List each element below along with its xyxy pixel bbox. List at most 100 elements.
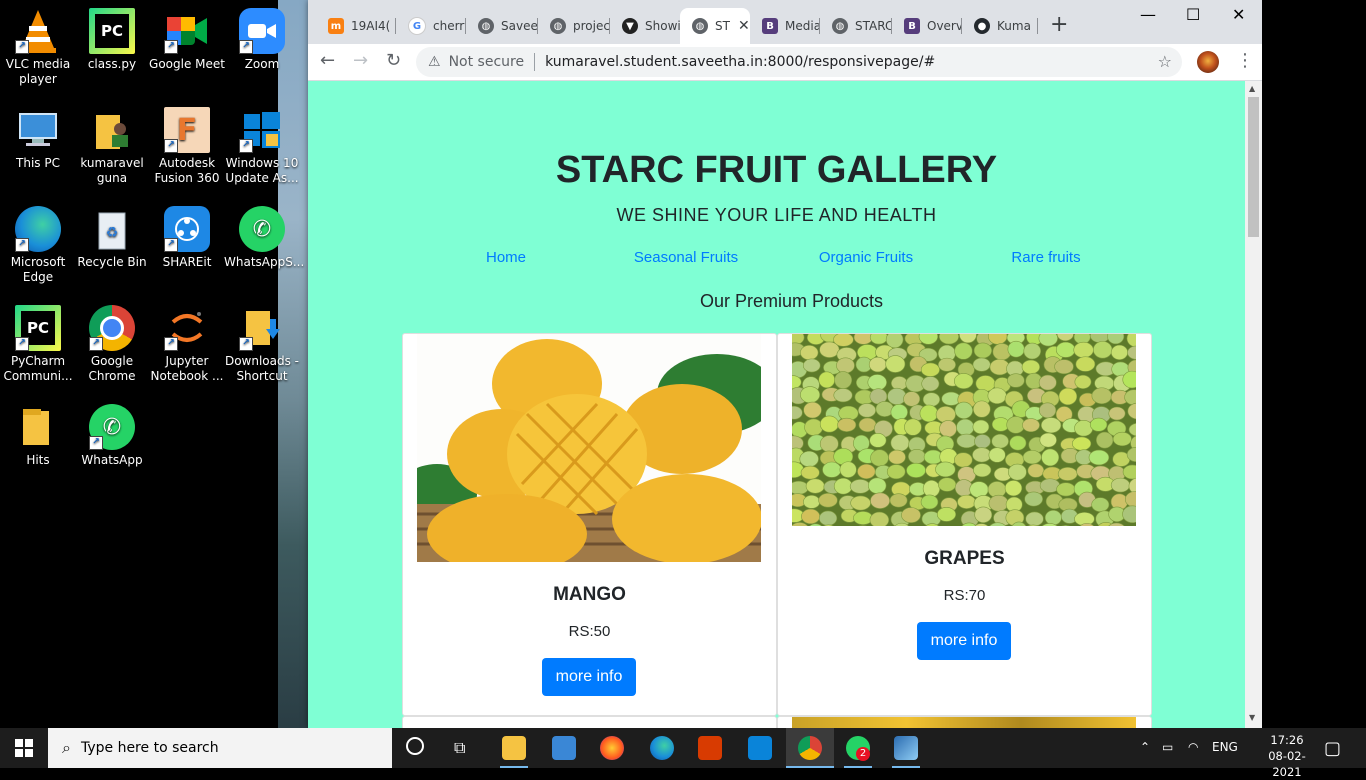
language-indicator[interactable]: ENG: [1212, 740, 1238, 754]
jupyter-icon: ↗: [164, 305, 210, 351]
nav-link-seasonal-fruits[interactable]: Seasonal Fruits: [596, 249, 776, 266]
google-icon: G: [408, 17, 426, 35]
tab-label: ST: [715, 19, 730, 33]
tab-starc[interactable]: ◍ STARC: [820, 8, 892, 44]
maximize-button[interactable]: ☐: [1186, 5, 1200, 25]
nav-link-organic-fruits[interactable]: Organic Fruits: [776, 249, 956, 266]
photos-icon[interactable]: [894, 736, 918, 760]
tab-overv[interactable]: B Overv: [892, 8, 962, 44]
address-bar[interactable]: ⚠ Not secure kumaravel.student.saveetha.…: [416, 47, 1182, 77]
back-arrow-icon[interactable]: ←: [320, 51, 335, 71]
tab-19ai4[interactable]: m 19AI4(: [316, 8, 396, 44]
desktop-icon-pycharm[interactable]: PC ↗ PyCharm Communi...: [0, 305, 76, 384]
bookmark-star-icon[interactable]: ☆: [1158, 52, 1172, 71]
tab-label: Kuma: [997, 19, 1031, 33]
desktop-icon-label: Microsoft Edge: [0, 255, 76, 285]
tab-projec[interactable]: ◍ projec: [538, 8, 610, 44]
tab-showi[interactable]: ▼ Showi: [610, 8, 680, 44]
whatsapp-icon: ✆ ↗: [89, 404, 135, 450]
desktop-icon-label: Hits: [0, 453, 76, 468]
desktop-icon-vlc[interactable]: ↗ VLC media player: [0, 8, 76, 87]
desktop-icon-hits[interactable]: Hits: [0, 404, 76, 468]
new-tab-button[interactable]: +: [1050, 12, 1068, 38]
minimize-button[interactable]: —: [1140, 5, 1156, 25]
grapes-image: [792, 334, 1136, 526]
desktop-icon-label: Jupyter Notebook ...: [149, 354, 225, 384]
mail-icon[interactable]: [748, 736, 772, 760]
tab-cherry[interactable]: G cherry: [396, 8, 466, 44]
product-card-next-right: [777, 716, 1152, 728]
taskbar-search-box[interactable]: ⌕ Type here to search: [48, 728, 392, 768]
nav-link-home[interactable]: Home: [416, 249, 596, 266]
desktop-icon-windows-update[interactable]: ↗ Windows 10 Update As...: [224, 107, 300, 186]
product-price: RS:70: [778, 587, 1151, 604]
wifi-icon[interactable]: ◠: [1188, 740, 1198, 754]
desktop-icon-jupyter[interactable]: ↗ Jupyter Notebook ...: [149, 305, 225, 384]
desktop-icon-label: kumaravel guna: [74, 156, 150, 186]
desktop-icon-chrome[interactable]: ↗ Google Chrome: [74, 305, 150, 384]
start-button[interactable]: [0, 728, 48, 768]
desktop-icon-zoom[interactable]: ↗ Zoom: [224, 8, 300, 72]
taskbar: ⌕ Type here to search ⧉ 2 ⌃ ▭ ◠ ENG 17:2…: [0, 728, 1366, 768]
desktop-icon-label: Google Meet: [149, 57, 225, 72]
windows-start-icon: [15, 739, 33, 757]
desktop-icon-fusion360[interactable]: F ↗ Autodesk Fusion 360: [149, 107, 225, 186]
tab-kuma[interactable]: ● Kuma: [962, 8, 1038, 44]
desktop-icon-whatsapp-shortcut[interactable]: ✆ WhatsAppS...: [224, 206, 300, 270]
desktop-icon-edge[interactable]: ↗ Microsoft Edge: [0, 206, 76, 285]
profile-avatar[interactable]: [1197, 51, 1219, 73]
cortana-icon[interactable]: [406, 737, 424, 755]
wolf-icon: ▼: [622, 18, 638, 34]
desktop-icon-this-pc[interactable]: This PC: [0, 107, 76, 171]
tab-label: projec: [573, 19, 610, 33]
desktop-icon-label: WhatsApp: [74, 453, 150, 468]
product-card-mango: MANGO RS:50 more info: [402, 333, 777, 716]
vlc-icon: ↗: [15, 8, 61, 54]
more-info-button-mango[interactable]: more info: [542, 658, 636, 696]
tab-savee[interactable]: ◍ Savee: [466, 8, 538, 44]
desktop-icon-shareit[interactable]: ↗ SHAREit: [149, 206, 225, 270]
clock[interactable]: 17:26 08-02-2021: [1262, 732, 1312, 780]
office-icon[interactable]: [698, 736, 722, 760]
desktop-icon-user-folder[interactable]: kumaravel guna: [74, 107, 150, 186]
chrome-icon: ↗: [89, 305, 135, 351]
desktop-icon-label: Windows 10 Update As...: [224, 156, 300, 186]
store-icon[interactable]: [552, 736, 576, 760]
file-explorer-icon[interactable]: [502, 736, 526, 760]
more-info-button-grapes[interactable]: more info: [917, 622, 1011, 660]
chevron-up-icon[interactable]: ⌃: [1140, 740, 1150, 754]
chrome-taskbar-icon[interactable]: [798, 736, 822, 760]
notification-icon[interactable]: ▢: [1324, 738, 1341, 759]
desktop-icon-whatsapp[interactable]: ✆ ↗ WhatsApp: [74, 404, 150, 468]
close-tab-icon[interactable]: ✕: [738, 18, 750, 34]
desktop-icon-downloads[interactable]: ↗ Downloads - Shortcut: [224, 305, 300, 384]
firefox-icon[interactable]: [600, 736, 624, 760]
tab-st-active[interactable]: ◍ ST ✕: [680, 8, 750, 44]
menu-kebab-icon[interactable]: ⋮: [1236, 50, 1254, 71]
tab-media[interactable]: B Media: [750, 8, 820, 44]
close-window-button[interactable]: ✕: [1232, 5, 1245, 25]
desktop-icon-recycle-bin[interactable]: ♻ Recycle Bin: [74, 206, 150, 270]
edge-icon[interactable]: [650, 736, 674, 760]
github-icon: ●: [974, 18, 990, 34]
downloads-folder-icon: ↗: [239, 305, 285, 351]
desktop-icon-google-meet[interactable]: ↗ Google Meet: [149, 8, 225, 72]
desktop-icon-label: Google Chrome: [74, 354, 150, 384]
tab-label: 19AI4(: [351, 19, 390, 33]
battery-icon[interactable]: ▭: [1162, 740, 1173, 754]
page-scrollbar[interactable]: ▲ ▼: [1245, 81, 1262, 728]
globe-icon: ◍: [550, 18, 566, 34]
nav-link-rare-fruits[interactable]: Rare fruits: [956, 249, 1136, 266]
desktop-icon-label: VLC media player: [0, 57, 76, 87]
product-name: GRAPES: [778, 548, 1151, 570]
page-title: STARC FRUIT GALLERY: [308, 149, 1245, 192]
desktop-icon-label: PyCharm Communi...: [0, 354, 76, 384]
desktop-icon-label: WhatsAppS...: [224, 255, 300, 270]
scrollbar-thumb[interactable]: [1248, 97, 1259, 237]
forward-arrow-icon[interactable]: →: [353, 51, 368, 71]
google-meet-icon: ↗: [164, 8, 210, 54]
reload-icon[interactable]: ↻: [386, 51, 401, 71]
desktop-icon-class-py[interactable]: PC class.py: [74, 8, 150, 72]
task-view-icon[interactable]: ⧉: [454, 738, 465, 758]
banana-image: [792, 717, 1136, 728]
